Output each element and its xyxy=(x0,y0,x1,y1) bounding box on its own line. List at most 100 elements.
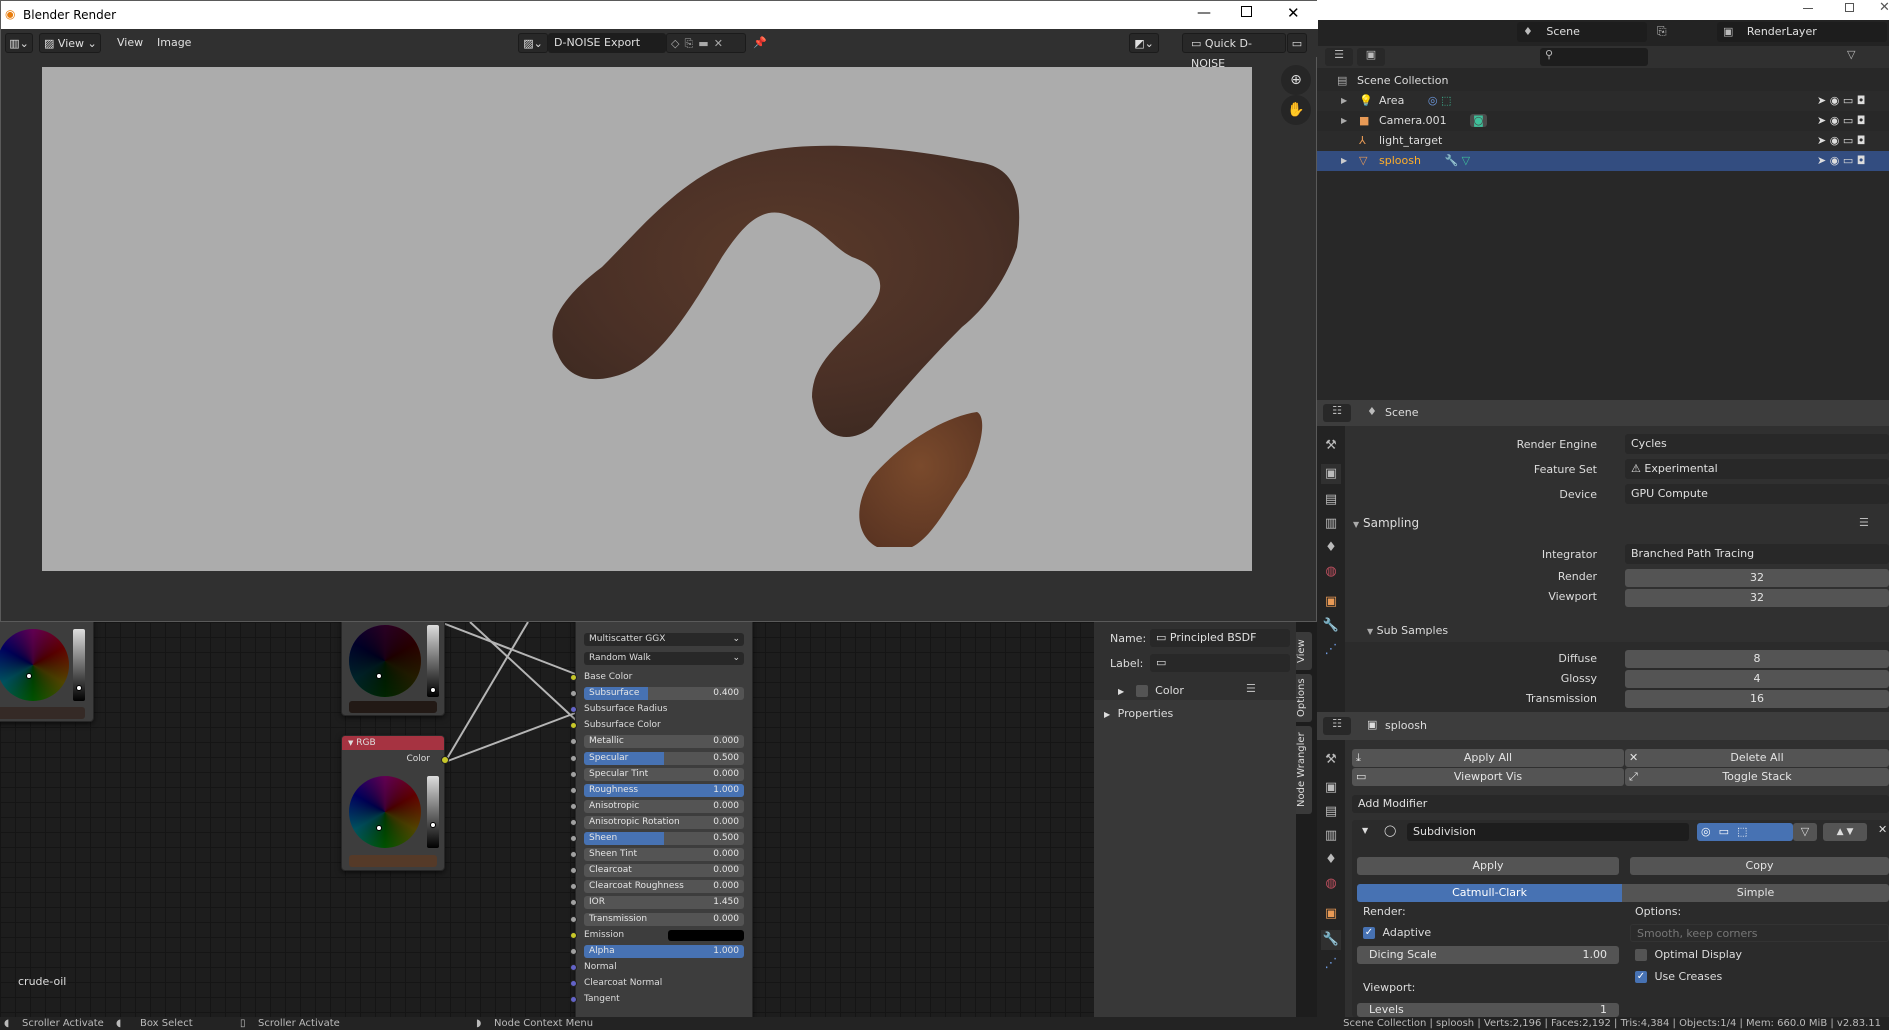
input-socket[interactable] xyxy=(570,963,577,971)
minimize-icon[interactable]: — xyxy=(1197,5,1211,21)
camera-data-icon[interactable]: ◙ xyxy=(1470,114,1487,127)
value-slider-handle[interactable] xyxy=(430,687,436,693)
viewport-icon[interactable]: ▭ xyxy=(1843,134,1853,147)
outliner-item-area[interactable]: ▶ 💡 Area ◎ ⬚ xyxy=(1317,91,1889,111)
browse-image-icon[interactable]: ▨⌄ xyxy=(518,33,548,53)
bsdf-input-specular-tint[interactable]: Specular Tint 0.000 xyxy=(570,767,744,781)
menu-image[interactable]: Image xyxy=(157,33,191,53)
bsdf-input-roughness[interactable]: Roughness 1.000 xyxy=(570,783,744,797)
copy-button[interactable]: Copy xyxy=(1630,857,1889,875)
rgb-node-header[interactable]: ▼ RGB xyxy=(342,736,444,750)
eye-icon[interactable]: ◉ xyxy=(1830,134,1840,147)
bsdf-input-sheen-tint[interactable]: Sheen Tint 0.000 xyxy=(570,848,744,862)
bsdf-input-subsurface[interactable]: Subsurface 0.400 xyxy=(570,687,744,701)
selectable-icon[interactable]: ➤ xyxy=(1817,94,1826,107)
diffuse-samples-field[interactable]: 8 xyxy=(1625,650,1889,668)
quick-denoise-button[interactable]: ▭ Quick D-NOISE xyxy=(1182,33,1286,70)
rgb-output-socket[interactable] xyxy=(441,756,449,764)
outliner-search-input[interactable] xyxy=(1540,48,1648,66)
input-socket[interactable] xyxy=(570,851,577,859)
restore-icon[interactable] xyxy=(1845,3,1854,12)
editor-type-icon[interactable]: ☷ xyxy=(1323,404,1351,422)
editor-type-icon[interactable]: ▥⌄ xyxy=(5,33,33,53)
color-node-middle[interactable] xyxy=(341,618,445,716)
filter-icon[interactable]: ▽ xyxy=(1847,48,1855,61)
color-swatch[interactable] xyxy=(0,707,85,719)
input-socket[interactable] xyxy=(570,835,577,842)
close-icon[interactable]: ✕ xyxy=(1879,0,1889,15)
render-tab-icon[interactable]: ▣ xyxy=(1321,464,1341,484)
use-creases-checkbox[interactable]: ✓ Use Creases xyxy=(1635,970,1722,983)
sidebar-tab-view[interactable]: View xyxy=(1296,632,1312,670)
input-socket[interactable] xyxy=(570,770,577,778)
viewport-icon[interactable]: ▭ xyxy=(1843,114,1853,127)
principled-bsdf-node[interactable]: Multiscatter GGX ⌄ Random Walk ⌄ Base Co… xyxy=(570,618,753,1028)
render-icon[interactable]: ◘ xyxy=(1857,134,1866,147)
on-cage-icon[interactable]: ▽ xyxy=(1793,823,1817,841)
bsdf-input-transmission[interactable]: Transmission 0.000 xyxy=(570,912,744,926)
glossy-samples-field[interactable]: 4 xyxy=(1625,670,1889,688)
subsurface-method-dropdown[interactable]: Random Walk ⌄ xyxy=(584,652,744,665)
input-socket[interactable] xyxy=(570,996,577,1003)
output-tab-icon[interactable]: ▤ xyxy=(1321,802,1341,822)
input-socket[interactable] xyxy=(570,947,577,955)
pin-icon[interactable]: 📌 xyxy=(753,33,767,53)
uv-smooth-dropdown[interactable]: Smooth, keep corners xyxy=(1630,924,1889,942)
collapse-icon[interactable]: ▼ xyxy=(1362,826,1368,835)
input-socket[interactable] xyxy=(570,883,577,891)
eye-icon[interactable]: ◉ xyxy=(1830,154,1840,167)
input-socket[interactable] xyxy=(570,690,577,698)
color-swatch[interactable] xyxy=(349,701,437,713)
scene-tab-icon[interactable]: ♦ xyxy=(1321,538,1341,558)
eye-icon[interactable]: ◉ xyxy=(1830,114,1840,127)
toggle-stack-button[interactable]: ⤢ Toggle Stack xyxy=(1625,768,1889,786)
menu-view[interactable]: View xyxy=(117,33,143,53)
viewport-samples-field[interactable]: 32 xyxy=(1625,589,1889,607)
sidebar-tab-node-wrangler[interactable]: Node Wrangler xyxy=(1296,726,1312,814)
value-slider-handle[interactable] xyxy=(430,822,436,828)
input-socket[interactable] xyxy=(570,738,577,746)
node-label-input[interactable]: ▭ xyxy=(1150,654,1290,672)
expand-icon[interactable]: ▶ xyxy=(1341,91,1347,111)
bsdf-input-normal[interactable]: Normal xyxy=(570,961,744,974)
output-tab-icon[interactable]: ▤ xyxy=(1321,490,1341,510)
bsdf-input-metallic[interactable]: Metallic 0.000 xyxy=(570,735,744,749)
optimal-display-checkbox[interactable]: Optimal Display xyxy=(1635,948,1742,961)
minimize-icon[interactable] xyxy=(1803,8,1813,9)
constraint-icon[interactable]: ⬚ xyxy=(1441,94,1451,107)
input-socket[interactable] xyxy=(570,867,577,875)
emission-color-swatch[interactable] xyxy=(668,929,744,941)
input-socket[interactable] xyxy=(570,722,577,730)
unlink-x-icon[interactable]: ✕ xyxy=(714,37,728,50)
image-name-input[interactable]: D-NOISE Export xyxy=(548,33,666,53)
delete-all-button[interactable]: ✕ Delete All xyxy=(1625,749,1889,767)
selectable-icon[interactable]: ➤ xyxy=(1817,134,1826,147)
integrator-dropdown[interactable]: Branched Path Tracing xyxy=(1625,544,1889,564)
color-wheel[interactable] xyxy=(349,625,421,697)
eye-icon[interactable]: ◉ xyxy=(1830,94,1840,107)
color-wheel-cursor[interactable] xyxy=(376,673,382,679)
bsdf-input-ior[interactable]: IOR 1.450 xyxy=(570,896,744,910)
move-up-icon[interactable]: ▲ xyxy=(1837,827,1844,837)
bsdf-input-anisotropic-rotation[interactable]: Anisotropic Rotation 0.000 xyxy=(570,815,744,829)
render-engine-dropdown[interactable]: Cycles xyxy=(1625,434,1889,454)
modifier-tab-icon[interactable]: 🔧 xyxy=(1321,616,1341,636)
tool-tab-icon[interactable]: ⚒ xyxy=(1321,436,1341,456)
zoom-in-icon[interactable]: ⊕ xyxy=(1281,65,1311,95)
bsdf-input-clearcoat-roughness[interactable]: Clearcoat Roughness 0.000 xyxy=(570,880,744,894)
render-samples-field[interactable]: 32 xyxy=(1625,569,1889,587)
value-slider-handle[interactable] xyxy=(76,685,82,691)
editor-type-icon[interactable]: ☷ xyxy=(1323,717,1351,735)
sampling-panel-header[interactable]: ▼ Sampling xyxy=(1353,516,1419,530)
bsdf-input-specular[interactable]: Specular 0.500 xyxy=(570,751,744,765)
input-socket[interactable] xyxy=(570,931,577,939)
mesh-data-icon[interactable]: ▽ xyxy=(1462,154,1470,167)
node-name-input[interactable]: ▭ Principled BSDF xyxy=(1150,629,1290,647)
edit-mode-icon[interactable]: ⬚ xyxy=(1737,825,1755,838)
presets-icon[interactable]: ☰ xyxy=(1859,516,1869,529)
bsdf-input-tangent[interactable]: Tangent xyxy=(570,993,744,1006)
render-tab-icon[interactable]: ▣ xyxy=(1321,778,1341,798)
world-tab-icon[interactable]: ◍ xyxy=(1321,874,1341,894)
tool-tab-icon[interactable]: ⚒ xyxy=(1321,750,1341,770)
color-wheel-cursor[interactable] xyxy=(376,825,382,831)
